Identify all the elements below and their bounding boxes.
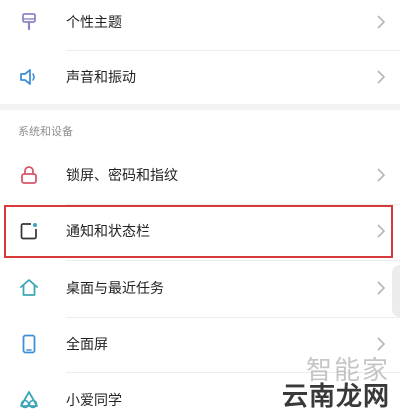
settings-item-label: 桌面与最近任务 (66, 281, 164, 297)
settings-item-label: 通知和状态栏 (66, 224, 150, 240)
chevron-right-icon (374, 278, 388, 298)
settings-item-notifications[interactable]: 通知和状态栏 (0, 201, 400, 261)
settings-item-sound[interactable]: 声音和振动 (0, 47, 400, 107)
scroll-edge-handle (392, 265, 400, 317)
chevron-right-icon (374, 334, 388, 354)
brush-icon (14, 7, 44, 37)
home-icon (14, 273, 44, 303)
settings-item-label: 个性主题 (66, 15, 122, 31)
lock-icon (14, 160, 44, 190)
notification-icon (14, 216, 44, 246)
chevron-right-icon (374, 165, 388, 185)
settings-item-theme[interactable]: 个性主题 (0, 0, 400, 52)
settings-item-label: 声音和振动 (66, 70, 136, 86)
chevron-right-icon (374, 221, 388, 241)
settings-item-label: 全面屏 (66, 337, 108, 353)
settings-item-fullscreen[interactable]: 全面屏 (0, 314, 400, 374)
chevron-right-icon (374, 67, 388, 87)
assistant-icon (14, 385, 44, 415)
phone-icon (14, 329, 44, 359)
settings-item-lockscreen[interactable]: 锁屏、密码和指纹 (0, 145, 400, 205)
chevron-right-icon (374, 12, 388, 32)
speaker-icon (14, 62, 44, 92)
settings-item-label: 锁屏、密码和指纹 (66, 168, 178, 184)
settings-item-assistant[interactable]: 小爱同学 (0, 370, 400, 419)
section-separator (0, 104, 400, 110)
section-header: 系统和设备 (18, 125, 73, 138)
settings-item-label: 小爱同学 (66, 393, 122, 409)
settings-item-desktop[interactable]: 桌面与最近任务 (0, 258, 400, 318)
